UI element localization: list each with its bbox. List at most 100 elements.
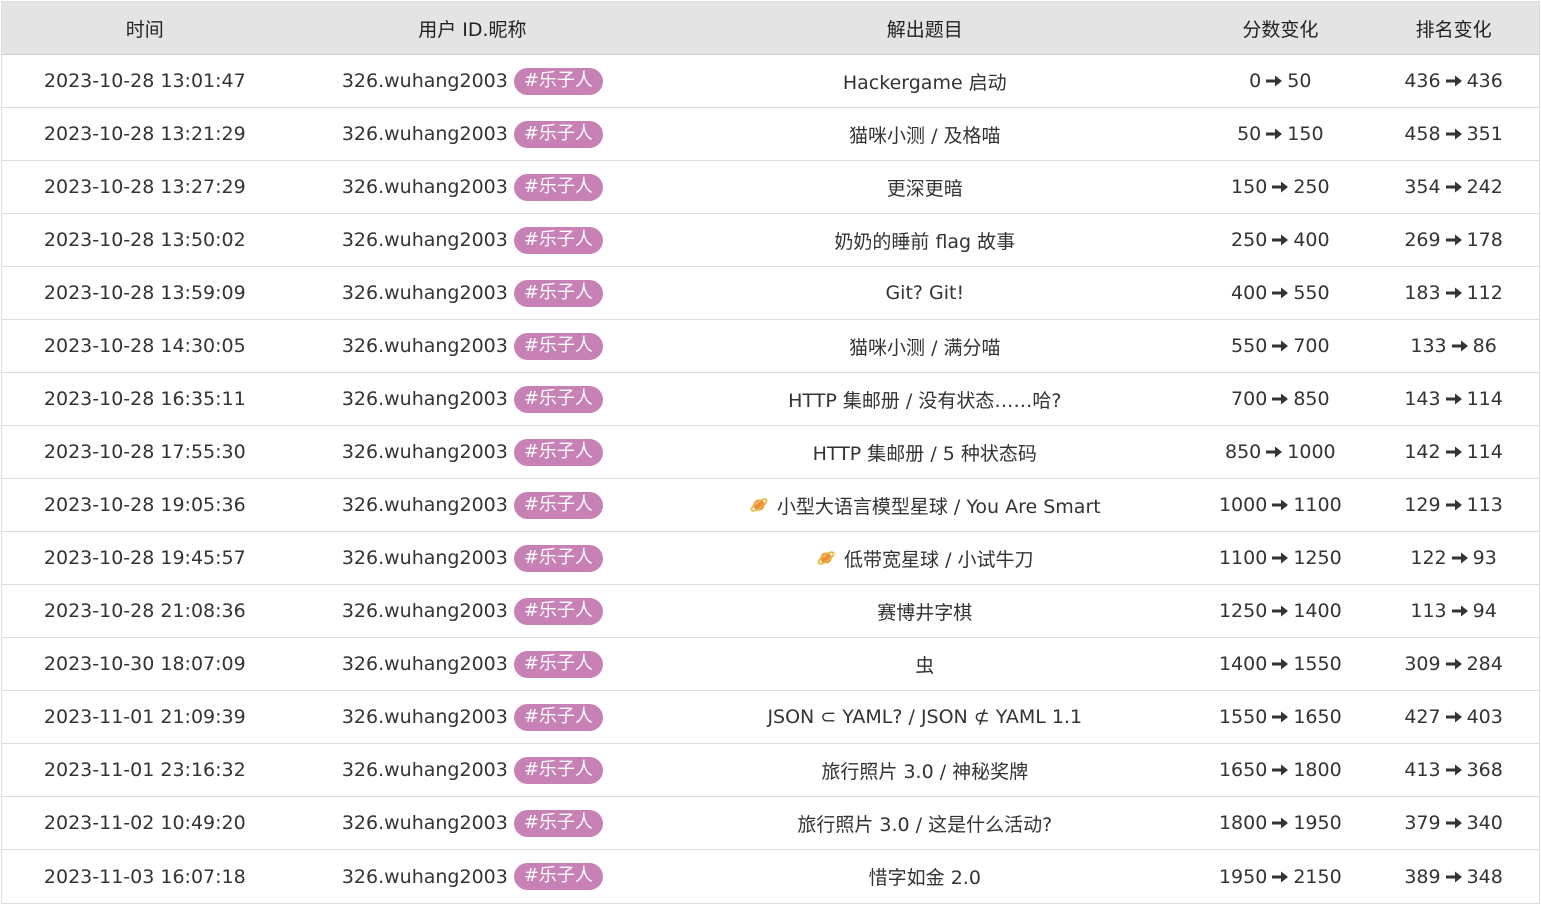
user-link[interactable]: 326.wuhang2003	[342, 388, 508, 410]
user-link[interactable]: 326.wuhang2003	[342, 706, 508, 728]
rank-to: 178	[1466, 229, 1503, 251]
score-to: 1100	[1293, 494, 1342, 516]
group-badge: #乐子人	[513, 385, 603, 413]
header-problem: 解出题目	[657, 15, 1192, 42]
rank-to: 242	[1466, 176, 1503, 198]
rank-to: 86	[1472, 335, 1497, 357]
rank-to: 403	[1466, 706, 1503, 728]
rank-to: 340	[1466, 812, 1503, 834]
rank-to: 351	[1466, 123, 1503, 145]
problem-cell: HTTP 集邮册 / 没有状态……哈?	[657, 386, 1192, 413]
user-link[interactable]: 326.wuhang2003	[342, 547, 508, 569]
arrow-right-icon	[1272, 340, 1289, 352]
user-link[interactable]: 326.wuhang2003	[342, 282, 508, 304]
user-link[interactable]: 326.wuhang2003	[342, 866, 508, 888]
user-link[interactable]: 326.wuhang2003	[342, 759, 508, 781]
score-from: 50	[1237, 123, 1262, 145]
arrow-right-icon	[1445, 446, 1462, 458]
score-change: 1950 2150	[1192, 866, 1368, 888]
user-link[interactable]: 326.wuhang2003	[342, 653, 508, 675]
problem-name: 虫	[915, 654, 935, 677]
score-change: 250 400	[1192, 229, 1368, 251]
rank-change: 113 94	[1368, 600, 1539, 622]
table-row: 2023-10-28 13:50:02 326.wuhang2003 #乐子人 奶奶的…	[2, 214, 1539, 267]
group-badge: #乐子人	[513, 491, 603, 519]
time-cell: 2023-10-28 13:27:29	[43, 176, 246, 198]
rank-change: 389 348	[1368, 866, 1539, 888]
time-cell: 2023-10-28 13:01:47	[43, 70, 246, 92]
table-row: 2023-11-03 16:07:18 326.wuhang2003 #乐子人 惜字如…	[2, 850, 1539, 903]
rank-change: 458 351	[1368, 123, 1539, 145]
score-change: 150 250	[1192, 176, 1368, 198]
score-from: 1550	[1218, 706, 1268, 728]
rank-to: 113	[1466, 494, 1503, 516]
user-link[interactable]: 326.wuhang2003	[342, 123, 508, 145]
problem-name: 更深更暗	[886, 177, 963, 200]
user-link[interactable]: 326.wuhang2003	[342, 441, 508, 463]
rank-from: 129	[1404, 494, 1441, 516]
user-link[interactable]: 326.wuhang2003	[342, 600, 508, 622]
user-cell: 326.wuhang2003 #乐子人	[288, 385, 658, 413]
arrow-right-icon	[1451, 605, 1468, 617]
header-score: 分数变化	[1242, 18, 1319, 41]
time-cell: 2023-10-28 19:05:36	[43, 494, 246, 516]
arrow-right-icon	[1445, 764, 1462, 776]
group-badge: #乐子人	[513, 863, 603, 890]
arrow-right-icon	[1445, 128, 1462, 140]
user-link[interactable]: 326.wuhang2003	[342, 494, 508, 516]
arrow-right-icon	[1266, 75, 1283, 87]
table-row: 2023-10-28 13:21:29 326.wuhang2003 #乐子人 猫咪小…	[2, 108, 1539, 161]
rank-from: 379	[1404, 812, 1441, 834]
score-to: 1650	[1293, 706, 1342, 728]
rank-from: 269	[1404, 229, 1441, 251]
score-from: 1400	[1218, 653, 1268, 675]
problem-name: 小型大语言模型星球 / You Are Smart	[776, 495, 1101, 518]
problem-cell: 旅行照片 3.0 / 这是什么活动?	[657, 810, 1192, 837]
score-to: 700	[1293, 335, 1330, 357]
score-from: 700	[1231, 388, 1268, 410]
group-badge: #乐子人	[513, 809, 603, 837]
rank-change: 142 114	[1368, 441, 1539, 463]
arrow-right-icon	[1272, 711, 1289, 723]
rank-to: 93	[1472, 547, 1497, 569]
user-link[interactable]: 326.wuhang2003	[342, 335, 508, 357]
table-row: 2023-11-01 23:16:32 326.wuhang2003 #乐子人 旅行照…	[2, 744, 1539, 797]
user-link[interactable]: 326.wuhang2003	[342, 812, 508, 834]
score-to: 150	[1287, 123, 1324, 145]
rank-from: 142	[1404, 441, 1441, 463]
user-link[interactable]: 326.wuhang2003	[342, 176, 508, 198]
time-cell: 2023-11-01 21:09:39	[43, 706, 246, 728]
arrow-right-icon	[1445, 287, 1462, 299]
arrow-right-icon	[1451, 552, 1468, 564]
rank-from: 133	[1410, 335, 1447, 357]
rank-from: 143	[1404, 388, 1441, 410]
user-cell: 326.wuhang2003 #乐子人	[288, 279, 658, 307]
problem-name: 旅行照片 3.0 / 这是什么活动?	[797, 813, 1053, 836]
rank-to: 284	[1466, 653, 1503, 675]
score-change: 550 700	[1192, 335, 1368, 357]
score-change: 1000 1100	[1192, 494, 1368, 516]
score-change: 0 50	[1192, 70, 1368, 92]
score-to: 850	[1293, 388, 1330, 410]
table-row: 2023-11-02 10:49:20 326.wuhang2003 #乐子人 旅行照…	[2, 797, 1539, 850]
problem-name: 旅行照片 3.0 / 神秘奖牌	[821, 760, 1029, 783]
problem-cell: 低带宽星球 / 小试牛刀	[657, 545, 1192, 572]
score-change: 700 850	[1192, 388, 1368, 410]
header-user: 用户 ID.昵称	[288, 15, 658, 42]
problem-cell: 猫咪小测 / 及格喵	[657, 121, 1192, 148]
rank-to: 348	[1466, 865, 1503, 888]
arrow-right-icon	[1451, 340, 1468, 352]
group-badge: #乐子人	[513, 279, 603, 307]
arrow-right-icon	[1272, 871, 1289, 882]
time-cell: 2023-10-28 16:35:11	[43, 388, 246, 410]
problem-name: Hackergame 启动	[842, 71, 1007, 94]
rank-from: 309	[1404, 653, 1441, 675]
time-cell: 2023-10-28 21:08:36	[43, 600, 246, 622]
arrow-right-icon	[1272, 605, 1289, 617]
score-change: 400 550	[1192, 282, 1368, 304]
rank-change: 133 86	[1368, 335, 1539, 357]
score-change: 1650 1800	[1192, 759, 1368, 781]
user-link[interactable]: 326.wuhang2003	[342, 70, 508, 92]
rank-change: 379 340	[1368, 812, 1539, 834]
user-link[interactable]: 326.wuhang2003	[342, 229, 508, 251]
